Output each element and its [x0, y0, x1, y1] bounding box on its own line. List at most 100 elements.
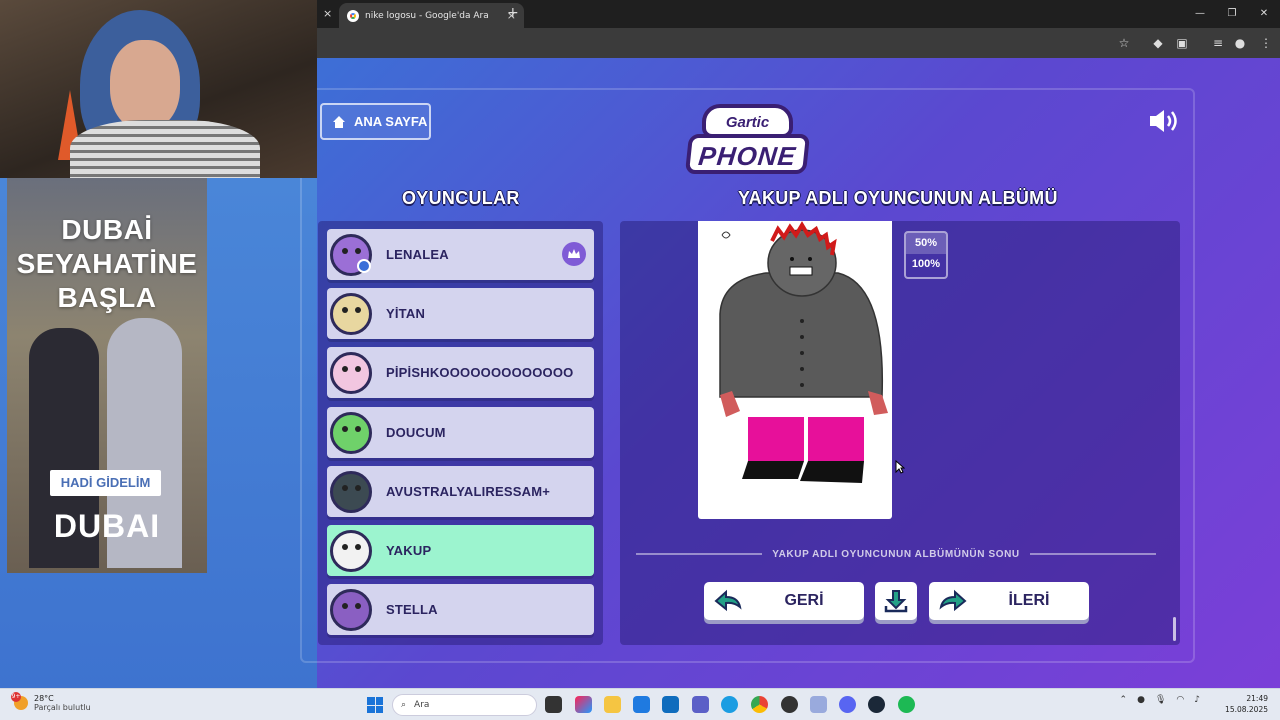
album-title: YAKUP ADLI OYUNCUNUN ALBÜMÜ: [738, 188, 1058, 208]
profile-avatar[interactable]: ●: [1231, 34, 1249, 52]
chevron-up-icon[interactable]: ⌃: [1120, 695, 1128, 705]
puzzle-icon[interactable]: ▣: [1173, 34, 1191, 52]
back-button[interactable]: GERİ: [704, 582, 864, 620]
home-button-label: ANA SAYFA: [354, 114, 428, 129]
start-button[interactable]: [367, 697, 383, 713]
ad-cta-button[interactable]: HADİ GİDELİM: [50, 470, 161, 496]
wifi-icon[interactable]: ◠: [1176, 695, 1184, 705]
crown-icon: [562, 242, 586, 266]
minimize-icon[interactable]: —: [1184, 0, 1216, 28]
taskbar-search[interactable]: ⌕ Ara: [392, 694, 537, 716]
search-icon: ⌕: [401, 700, 407, 710]
player-avatar: [330, 470, 372, 513]
outlook-icon[interactable]: [662, 696, 679, 713]
new-tab-button[interactable]: +: [507, 5, 519, 21]
home-button[interactable]: ANA SAYFA: [320, 103, 431, 140]
player-row[interactable]: STELLA: [327, 584, 594, 635]
store-icon[interactable]: [633, 696, 650, 713]
weather-temp: 28°C: [34, 694, 54, 703]
next-button-label: İLERİ: [1008, 592, 1050, 609]
menu-dots-icon[interactable]: ⋮: [1257, 34, 1275, 52]
browser-toolbar: ☆ ◆ ▣ ≡ ● ⋮: [317, 28, 1280, 58]
discord-icon[interactable]: [839, 696, 856, 713]
next-button[interactable]: İLERİ: [929, 582, 1089, 620]
zoom-option-100[interactable]: 100%: [906, 254, 946, 275]
ad-title-line: SEYAHATİNE: [16, 248, 198, 279]
ad-title: DUBAİ SEYAHATİNE BAŞLA: [7, 213, 207, 315]
player-row[interactable]: PİPİSHKOOOOOOOOOOOOO: [327, 347, 594, 398]
webcam-overlay: [0, 0, 317, 178]
settings-icon[interactable]: [810, 696, 827, 713]
spotify-icon[interactable]: [898, 696, 915, 713]
players-panel: LENALEA YİTAN PİPİSHKOOOOOOOOOOOOO DOUCUM AV…: [318, 221, 603, 645]
album-scrollbar[interactable]: [1173, 617, 1176, 641]
edge-icon[interactable]: [721, 696, 738, 713]
restore-icon[interactable]: ❐: [1216, 0, 1248, 28]
ad-brand-logo: DUBAI: [53, 508, 161, 544]
player-name: YAKUP: [386, 543, 432, 558]
player-name: YİTAN: [386, 306, 426, 321]
sound-icon[interactable]: [1148, 108, 1182, 134]
teams-icon[interactable]: [692, 696, 709, 713]
mouse-cursor-icon: [895, 460, 905, 474]
copilot-icon[interactable]: [575, 696, 592, 713]
volume-icon[interactable]: ♪: [1194, 695, 1200, 705]
player-avatar: [330, 588, 372, 631]
system-tray: ⌃ ● 🎙 ◠ ♪: [1120, 695, 1200, 705]
player-row[interactable]: YAKUP: [327, 525, 594, 576]
extension-icon[interactable]: ◆: [1149, 34, 1167, 52]
task-view-icon[interactable]: [545, 696, 562, 713]
player-row[interactable]: AVUSTRALYALIRESSAM+: [327, 466, 594, 517]
browser-tab[interactable]: nike logosu - Google'da Ara ×: [339, 3, 524, 28]
steam-icon[interactable]: [868, 696, 885, 713]
album-drawing: [698, 221, 892, 519]
ad-title-line: BAŞLA: [57, 282, 157, 313]
weather-icon: 9+: [11, 692, 28, 710]
close-tab-icon[interactable]: ×: [323, 7, 332, 20]
weather-widget[interactable]: 9+ 28°C Parçalı bulutlu: [11, 692, 91, 712]
obs-icon[interactable]: [781, 696, 798, 713]
zoom-option-50[interactable]: 50%: [906, 233, 946, 254]
media-icon[interactable]: ≡: [1209, 34, 1227, 52]
player-name: LENALEA: [386, 247, 449, 262]
player-row[interactable]: YİTAN: [327, 288, 594, 339]
logo-top-text: Gartic: [725, 114, 770, 131]
download-icon: [884, 590, 908, 613]
google-favicon-icon: [347, 9, 359, 22]
host-user-icon: [357, 259, 371, 273]
browser-tab-title: nike logosu - Google'da Ara: [365, 10, 489, 21]
logo-bottom-text: PHONE: [696, 141, 798, 171]
album-panel: 50% 100% YAKUP ADLI OYUNCUNUN ALBÜMÜNÜN …: [620, 221, 1180, 645]
player-row[interactable]: DOUCUM: [327, 407, 594, 458]
streamer-shirt: [70, 120, 260, 178]
browser-tab-strip: × nike logosu - Google'da Ara × + — ❐ ✕: [317, 0, 1280, 28]
zoom-selector: 50% 100%: [904, 231, 948, 279]
microphone-icon[interactable]: 🎙: [1155, 695, 1166, 705]
close-window-icon[interactable]: ✕: [1248, 0, 1280, 28]
window-controls: — ❐ ✕: [1184, 0, 1280, 28]
bookmark-star-icon[interactable]: ☆: [1115, 34, 1133, 52]
album-end-divider: YAKUP ADLI OYUNCUNUN ALBÜMÜNÜN SONU: [636, 547, 1156, 561]
download-button[interactable]: [875, 582, 917, 620]
player-name: DOUCUM: [386, 425, 446, 440]
taskbar-clock[interactable]: 21:49 15.08.2025: [1225, 693, 1268, 715]
divider-line: [1029, 553, 1156, 555]
player-row[interactable]: LENALEA: [327, 229, 594, 280]
back-button-label: GERİ: [784, 592, 824, 609]
search-placeholder: Ara: [414, 700, 430, 710]
chrome-icon[interactable]: [751, 696, 768, 713]
player-avatar: [330, 411, 372, 454]
album-end-text: YAKUP ADLI OYUNCUNUN ALBÜMÜNÜN SONU: [772, 548, 1020, 560]
file-explorer-icon[interactable]: [604, 696, 621, 713]
divider-line: [636, 553, 763, 555]
player-name: PİPİSHKOOOOOOOOOOOOO: [386, 365, 574, 380]
player-avatar: [330, 351, 372, 394]
app-tray-icon[interactable]: ●: [1137, 695, 1145, 705]
drawing-canvas: [719, 221, 888, 483]
player-name: AVUSTRALYALIRESSAM+: [386, 484, 551, 499]
weather-badge: 9+: [11, 692, 21, 702]
player-avatar: [330, 529, 372, 572]
dubai-ad[interactable]: DUBAİ SEYAHATİNE BAŞLA HADİ GİDELİM DUBA…: [7, 178, 207, 573]
clock-date: 15.08.2025: [1225, 705, 1268, 714]
clock-time: 21:49: [1246, 694, 1268, 703]
